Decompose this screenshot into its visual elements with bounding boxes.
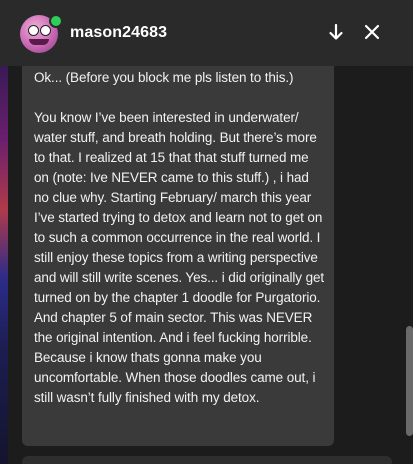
- scrollbar-thumb[interactable]: [406, 326, 413, 436]
- message-list[interactable]: Ok... (Before you block me pls listen to…: [8, 66, 413, 464]
- message-body: You know I’ve been interested in underwa…: [34, 110, 325, 405]
- message-first-line: Ok... (Before you block me pls listen to…: [34, 70, 294, 85]
- scroll-down-button[interactable]: [324, 20, 348, 44]
- avatar-eye-left: [28, 25, 39, 36]
- arrow-down-icon: [329, 23, 343, 40]
- message-composer[interactable]: [22, 456, 392, 464]
- avatar-eye-right: [40, 25, 51, 36]
- online-status-indicator: [49, 14, 63, 28]
- close-icon: [364, 24, 380, 40]
- close-button[interactable]: [360, 20, 384, 44]
- username[interactable]: mason24683: [70, 24, 167, 42]
- background-strip: [0, 0, 8, 464]
- avatar-mouth: [29, 39, 49, 45]
- message-bubble[interactable]: Ok... (Before you block me pls listen to…: [22, 66, 334, 446]
- chat-window: mason24683 Ok... (Before you block me pl…: [0, 0, 413, 464]
- chat-header: mason24683: [0, 0, 413, 66]
